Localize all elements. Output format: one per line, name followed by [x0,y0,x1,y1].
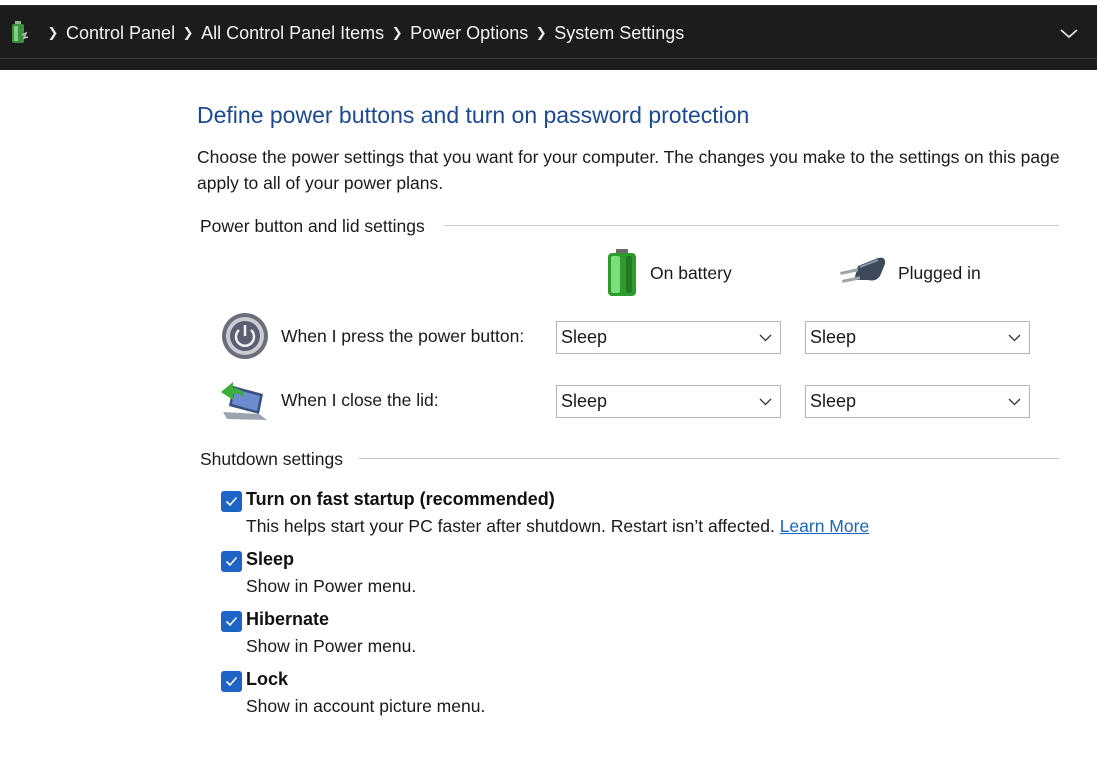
fast-startup-description: This helps start your PC faster after sh… [246,516,869,537]
breadcrumb-separator-icon[interactable]: ❯ [177,25,199,41]
checkmark-icon [225,676,238,687]
section-divider [359,458,1059,459]
checkmark-icon [225,556,238,567]
select-value: Sleep [810,327,857,347]
address-bar[interactable]: ❯ Control Panel ❯ All Control Panel Item… [0,5,1097,59]
fast-startup-title[interactable]: Turn on fast startup (recommended) [246,489,555,510]
battery-icon [608,249,636,296]
breadcrumb-separator-icon[interactable]: ❯ [530,25,552,41]
shutdown-settings-header: Shutdown settings [200,449,344,469]
lock-checkbox[interactable] [221,671,242,692]
checkmark-icon [225,616,238,627]
power-button-plugged-in-select[interactable]: Sleep [805,321,1030,354]
hibernate-title[interactable]: Hibernate [246,609,329,630]
section-divider [444,225,1059,226]
sleep-description: Show in Power menu. [246,576,417,596]
fast-startup-description-text: This helps start your PC faster after sh… [246,516,775,536]
sleep-checkbox[interactable] [221,551,242,572]
close-lid-label: When I close the lid: [281,390,439,410]
breadcrumb: ❯ Control Panel ❯ All Control Panel Item… [42,21,686,45]
chevron-down-icon [759,398,772,406]
sleep-title[interactable]: Sleep [246,549,294,570]
lock-description: Show in account picture menu. [246,696,486,716]
chevron-down-icon [1008,334,1021,342]
chevron-down-icon [1008,398,1021,406]
column-plugged-in: Plugged in [838,256,981,290]
laptop-lid-icon [219,378,271,427]
power-button-lid-header: Power button and lid settings [200,216,425,236]
lock-title[interactable]: Lock [246,669,288,690]
address-dropdown-chevron-icon[interactable] [1058,26,1080,42]
checkmark-icon [225,496,238,507]
breadcrumb-power-options[interactable]: Power Options [408,23,530,44]
toolbar-strip [0,59,1097,70]
hibernate-description: Show in Power menu. [246,636,417,656]
power-plug-icon [840,257,886,283]
close-lid-plugged-in-select[interactable]: Sleep [805,385,1030,418]
page-title: Define power buttons and turn on passwor… [197,102,750,128]
close-lid-on-battery-select[interactable]: Sleep [556,385,781,418]
power-button-label: When I press the power button: [281,326,525,346]
breadcrumb-all-items[interactable]: All Control Panel Items [199,23,386,44]
fast-startup-checkbox[interactable] [221,491,242,512]
breadcrumb-system-settings[interactable]: System Settings [552,23,686,44]
power-button-icon [220,311,270,366]
plugged-in-label: Plugged in [898,262,981,283]
on-battery-label: On battery [650,262,732,283]
column-on-battery: On battery [604,248,732,298]
breadcrumb-separator-icon[interactable]: ❯ [42,25,64,41]
power-button-on-battery-select[interactable]: Sleep [556,321,781,354]
hibernate-checkbox[interactable] [221,611,242,632]
page-description: Choose the power settings that you want … [197,147,1060,193]
chevron-down-icon [759,334,772,342]
select-value: Sleep [810,391,857,411]
breadcrumb-control-panel[interactable]: Control Panel [64,23,177,44]
power-options-icon [9,20,29,46]
select-value: Sleep [561,391,608,411]
breadcrumb-separator-icon[interactable]: ❯ [386,25,408,41]
select-value: Sleep [561,327,608,347]
learn-more-link[interactable]: Learn More [780,516,870,536]
